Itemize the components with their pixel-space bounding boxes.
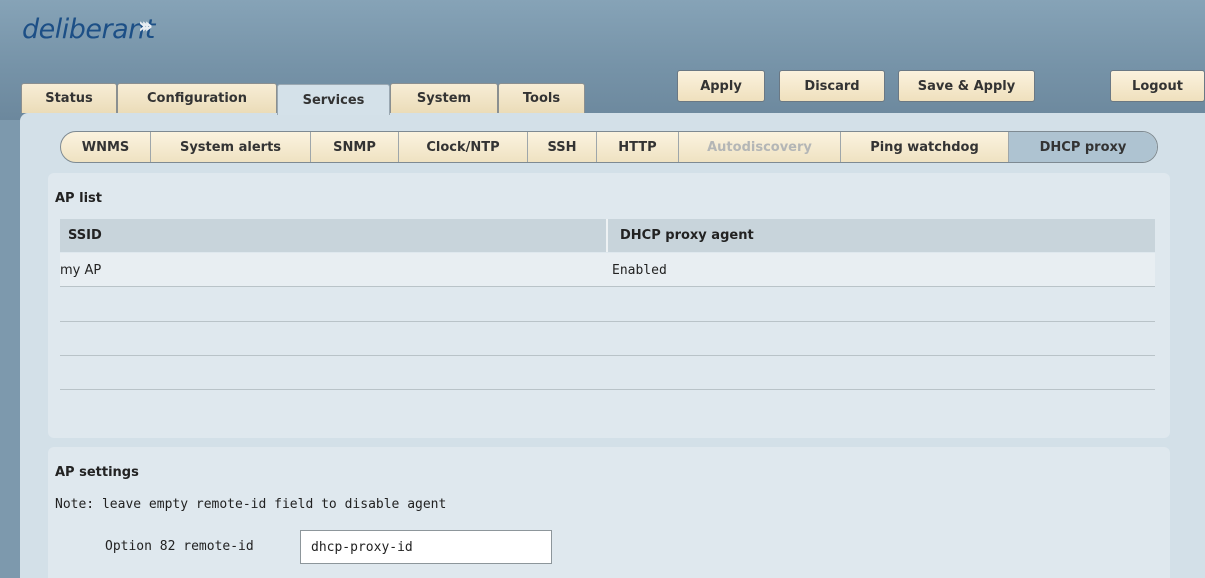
subtab-autodiscovery: Autodiscovery [679, 132, 841, 162]
empty-row [60, 288, 1155, 322]
subtab-wnms[interactable]: WNMS [61, 132, 151, 162]
logout-button[interactable]: Logout [1110, 70, 1205, 102]
empty-row [60, 322, 1155, 356]
tab-status[interactable]: Status [21, 83, 117, 113]
subtab-dhcp-proxy[interactable]: DHCP proxy [1009, 132, 1157, 162]
ap-settings-title: AP settings [55, 465, 139, 480]
column-ssid: SSID [68, 228, 102, 243]
brand-logo: deliberant [22, 14, 155, 45]
ssid-cell: my AP [60, 262, 102, 278]
brand-arrows-icon: ››› [138, 14, 153, 39]
remote-id-note: Note: leave empty remote-id field to dis… [55, 497, 447, 512]
remote-id-label: Option 82 remote-id [105, 539, 254, 554]
ap-settings-panel [48, 447, 1170, 578]
subtab-clock-ntp[interactable]: Clock/NTP [399, 132, 528, 162]
table-row[interactable]: my AP Enabled [60, 253, 1155, 287]
tab-services[interactable]: Services [277, 84, 390, 115]
column-dhcp-proxy-agent: DHCP proxy agent [620, 228, 754, 243]
column-divider [606, 219, 608, 252]
ap-table-header: SSID DHCP proxy agent [60, 219, 1155, 252]
ap-list-title: AP list [55, 191, 102, 206]
tab-configuration[interactable]: Configuration [117, 83, 277, 113]
empty-row [60, 356, 1155, 390]
tab-tools[interactable]: Tools [498, 83, 585, 113]
tab-system[interactable]: System [390, 83, 498, 113]
remote-id-input[interactable] [300, 530, 552, 564]
subtab-system-alerts[interactable]: System alerts [151, 132, 311, 162]
agent-cell: Enabled [612, 262, 667, 278]
subtab-http[interactable]: HTTP [597, 132, 679, 162]
subtab-snmp[interactable]: SNMP [311, 132, 399, 162]
subtab-ssh[interactable]: SSH [528, 132, 597, 162]
discard-button[interactable]: Discard [779, 70, 885, 102]
service-subtabs: WNMS System alerts SNMP Clock/NTP SSH HT… [60, 131, 1158, 163]
apply-button[interactable]: Apply [677, 70, 765, 102]
subtab-ping-watchdog[interactable]: Ping watchdog [841, 132, 1009, 162]
save-apply-button[interactable]: Save & Apply [898, 70, 1035, 102]
